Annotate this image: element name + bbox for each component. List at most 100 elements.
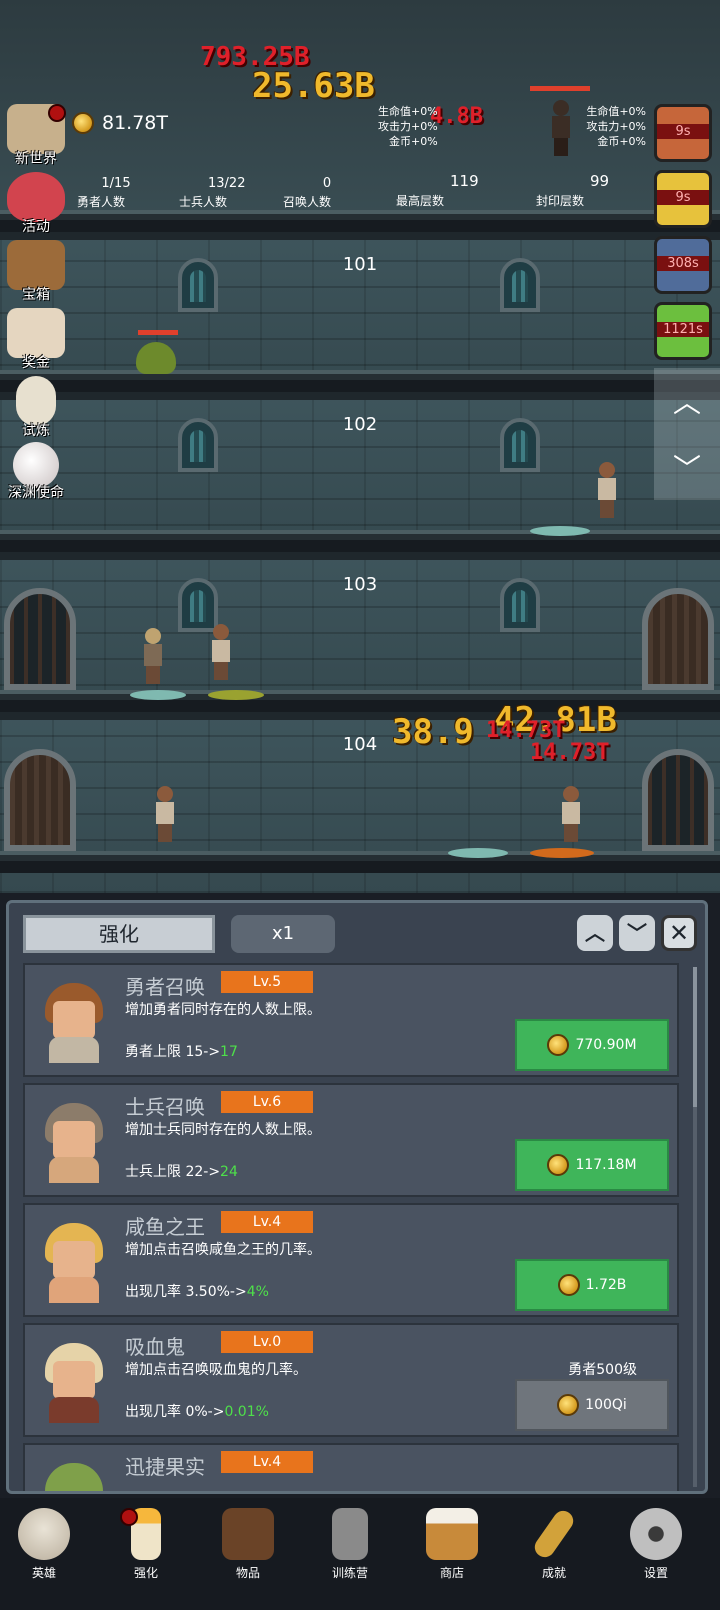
dungeon-door <box>4 588 76 690</box>
slime-remains <box>208 690 264 700</box>
upgrade-effect: 勇者上限 15->17 <box>125 1044 238 1060</box>
buy-button-locked[interactable]: 100Qi <box>515 1379 669 1431</box>
event-button[interactable]: 活动 <box>0 172 72 236</box>
slime-enemy <box>136 342 176 374</box>
window <box>500 258 540 312</box>
tab-upgrade[interactable]: 强化 <box>23 915 215 953</box>
upgrade-name: 吸血鬼 <box>125 1335 185 1359</box>
upgrade-effect: 出现几率 3.50%->4% <box>125 1284 269 1300</box>
envelope-icon <box>7 308 65 358</box>
trial-button[interactable]: 试炼 <box>0 376 72 440</box>
buy-button[interactable]: 1.72B <box>515 1259 669 1311</box>
nav-items[interactable]: 物品 <box>208 1508 288 1581</box>
upgrade-card-soldier-summon: 士兵召唤 Lv.6 增加士兵同时存在的人数上限。 士兵上限 22->24 117… <box>23 1083 679 1197</box>
new-world-button[interactable]: 新世界 <box>0 104 72 168</box>
slime-remains <box>130 690 186 700</box>
buy-button[interactable]: 117.18M <box>515 1139 669 1191</box>
cost-label: 100Qi <box>585 1397 627 1413</box>
slime-remains <box>530 848 594 858</box>
collapse-down-button[interactable]: ﹀ <box>619 915 655 951</box>
multiplier-toggle[interactable]: x1 <box>231 915 335 953</box>
cost-label: 770.90M <box>575 1037 637 1053</box>
nav-upgrade[interactable]: 强化 <box>106 1508 186 1581</box>
hero-sprite <box>208 624 234 680</box>
upgrade-card-vampire: 吸血鬼 Lv.0 增加点击召唤吸血鬼的几率。 出现几率 0%->0.01% 勇者… <box>23 1323 679 1437</box>
floor-101: 101 <box>0 232 720 392</box>
list-scrollbar[interactable] <box>693 967 697 1487</box>
hero-avatar <box>39 983 109 1063</box>
scroll-up-button[interactable]: ︿ <box>654 368 720 434</box>
damage-number: 25.63B <box>252 66 375 106</box>
scroll-down-button[interactable]: ﹀ <box>654 434 720 500</box>
window <box>500 418 540 472</box>
soldier-sprite <box>140 628 166 684</box>
game-scene[interactable]: 101 102 103 104 793.25B 25.63B 4.8B 42.8… <box>0 0 720 893</box>
slime-remains <box>530 526 590 536</box>
gold-amount: 81.78T <box>102 112 168 134</box>
bottom-nav: 英雄 强化 物品 训练营 商店 成就 设置 <box>0 1498 720 1610</box>
upgrade-description: 增加点击召唤咸鱼之王的几率。 <box>125 1242 321 1258</box>
buff-timer-gold[interactable]: 308s <box>654 236 712 294</box>
beer-mug-icon <box>426 1508 478 1560</box>
coin-icon <box>547 1034 570 1056</box>
heart-icon <box>7 172 65 222</box>
damage-number: 14.73T <box>530 740 610 765</box>
upgrade-list[interactable]: 勇者召唤 Lv.5 增加勇者同时存在的人数上限。 勇者上限 15->17 770… <box>23 963 683 1491</box>
buff-timer-attack[interactable]: 9s <box>654 170 712 228</box>
coin-icon <box>557 1394 580 1416</box>
upgrade-effect: 士兵上限 22->24 <box>125 1164 238 1180</box>
dungeon-door <box>642 749 714 851</box>
nav-training-camp[interactable]: 训练营 <box>310 1508 390 1581</box>
coin-icon <box>72 112 94 134</box>
upgrade-card-hero-summon: 勇者召唤 Lv.5 增加勇者同时存在的人数上限。 勇者上限 15->17 770… <box>23 963 679 1077</box>
close-icon: ✕ <box>668 919 690 947</box>
skull-icon <box>18 1508 70 1560</box>
level-badge: Lv.6 <box>221 1091 313 1113</box>
upgrade-panel: 强化 x1 ︿ ﹀ ✕ 勇者召唤 Lv.5 增加勇者同时存在的人数上限。 勇者上… <box>6 900 708 1494</box>
buy-button[interactable]: 770.90M <box>515 1019 669 1071</box>
cost-label: 1.72B <box>585 1277 627 1293</box>
window <box>178 258 218 312</box>
boss-sprite <box>548 100 574 156</box>
nav-heroes[interactable]: 英雄 <box>4 1508 84 1581</box>
boss-hp-bar <box>530 86 590 91</box>
collapse-up-button[interactable]: ︿ <box>577 915 613 951</box>
slime-remains <box>448 848 508 858</box>
book-icon <box>222 1508 274 1560</box>
floor-ledge <box>0 210 720 232</box>
coin-icon <box>557 1274 580 1296</box>
chest-icon <box>7 240 65 290</box>
abyss-mission-button[interactable]: 深渊使命 <box>0 442 72 502</box>
close-button[interactable]: ✕ <box>661 915 697 951</box>
buff-timer-hp[interactable]: 9s <box>654 104 712 162</box>
buff-list-right: 生命值+0% 攻击力+0% 金币+0% <box>586 105 646 148</box>
nav-achievements[interactable]: 成就 <box>514 1506 594 1581</box>
coin-icon <box>547 1154 570 1176</box>
stat-sealed-floor: 99 封印层数 <box>535 172 610 208</box>
nav-shop[interactable]: 商店 <box>412 1508 492 1581</box>
hero-sprite <box>152 786 178 842</box>
notification-dot <box>120 1508 138 1526</box>
level-badge: Lv.5 <box>221 971 313 993</box>
stat-summon-count: 0 召唤人数 <box>282 176 332 209</box>
enemy-hp-bar <box>138 330 178 335</box>
key-icon <box>530 1506 578 1562</box>
chest-button[interactable]: 宝箱 <box>0 240 72 304</box>
level-badge: Lv.4 <box>221 1451 313 1473</box>
buff-timer-speed[interactable]: 1121s <box>654 302 712 360</box>
chevron-up-icon: ︿ <box>672 386 701 419</box>
vampire-avatar <box>39 1343 109 1423</box>
chevron-down-icon: ﹀ <box>627 921 647 945</box>
nav-settings[interactable]: 设置 <box>616 1508 696 1581</box>
unlock-requirement: 勇者500级 <box>568 1362 637 1378</box>
fish-king-avatar <box>39 1223 109 1303</box>
upgrade-description: 增加勇者同时存在的人数上限。 <box>125 1002 321 1018</box>
window <box>178 418 218 472</box>
bonus-button[interactable]: 奖金 <box>0 308 72 372</box>
dungeon-door <box>642 588 714 690</box>
hero-sprite <box>594 462 620 518</box>
cost-label: 117.18M <box>575 1157 637 1173</box>
chevron-down-icon: ﹀ <box>672 452 701 485</box>
soldier-avatar <box>39 1103 109 1183</box>
upgrade-description: 增加点击召唤吸血鬼的几率。 <box>125 1362 307 1378</box>
